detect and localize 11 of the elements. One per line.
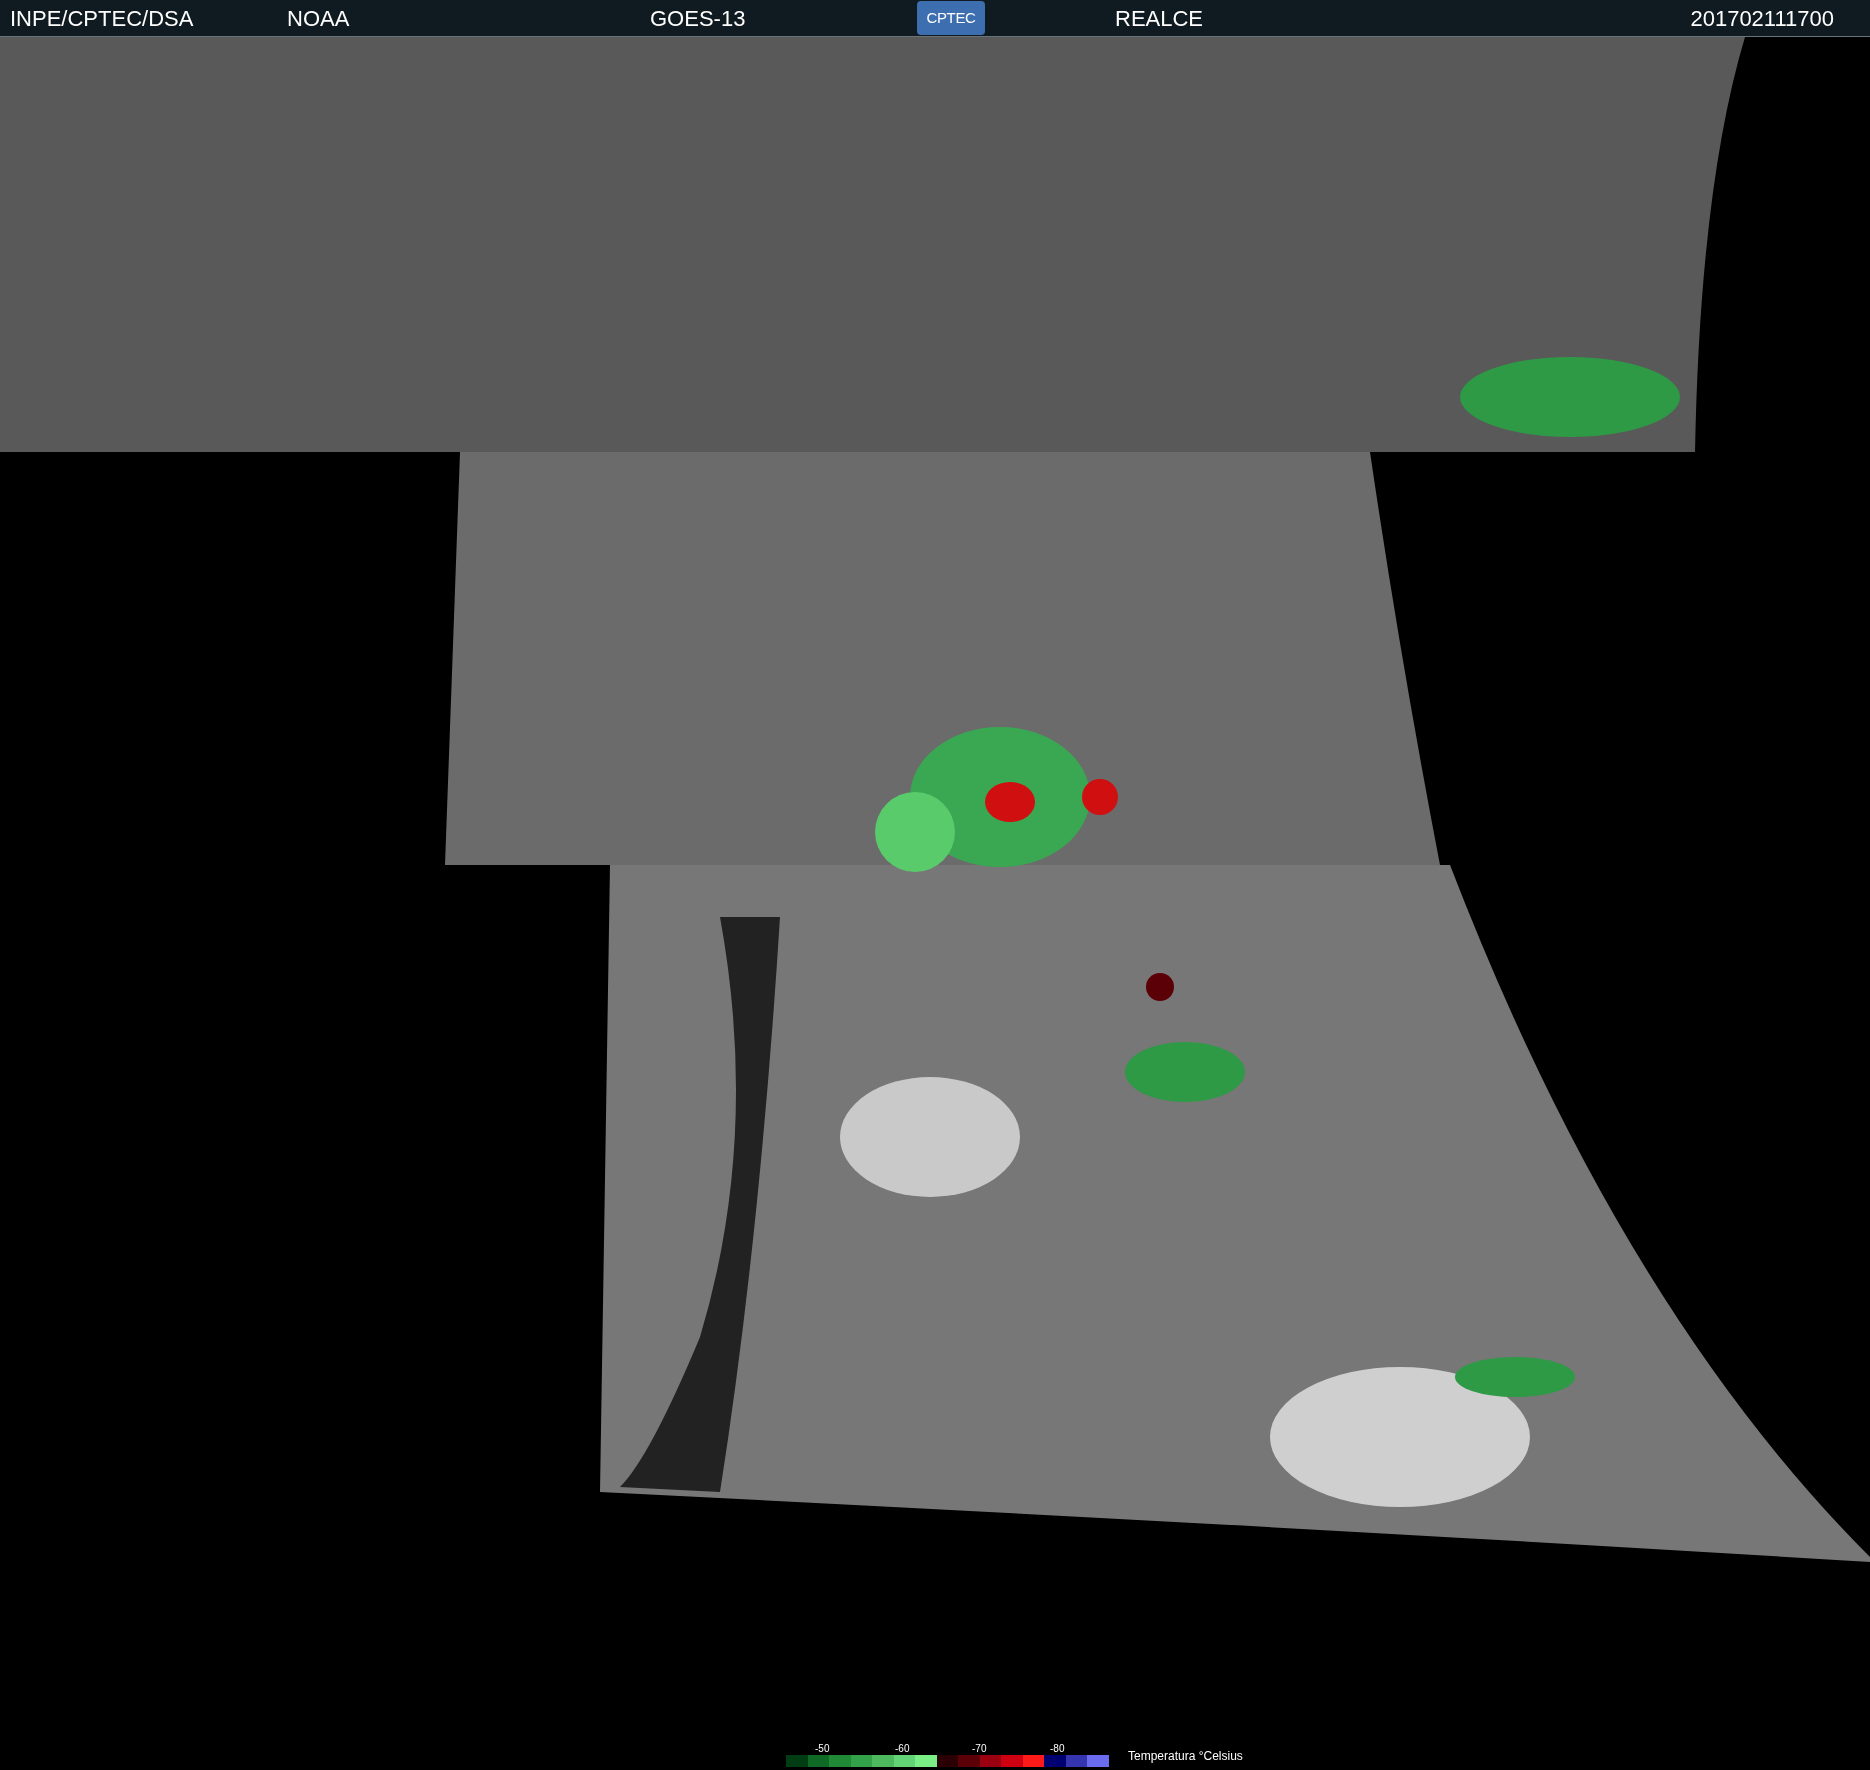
timestamp-label: 201702111700 xyxy=(1690,4,1834,33)
legend-tick: -70 xyxy=(972,1743,987,1754)
source-label: NOAA xyxy=(287,4,350,33)
legend-tick: -60 xyxy=(895,1743,910,1754)
satellite-label: GOES-13 xyxy=(650,4,746,33)
agency-label: INPE/CPTEC/DSA xyxy=(10,4,194,33)
logo: CPTEC xyxy=(917,1,985,35)
legend-tick: -50 xyxy=(815,1743,830,1754)
legend-title: Temperatura °Celsius xyxy=(1128,1749,1243,1763)
legend-tick: -80 xyxy=(1050,1743,1065,1754)
product-label: REALCE xyxy=(1115,4,1204,33)
